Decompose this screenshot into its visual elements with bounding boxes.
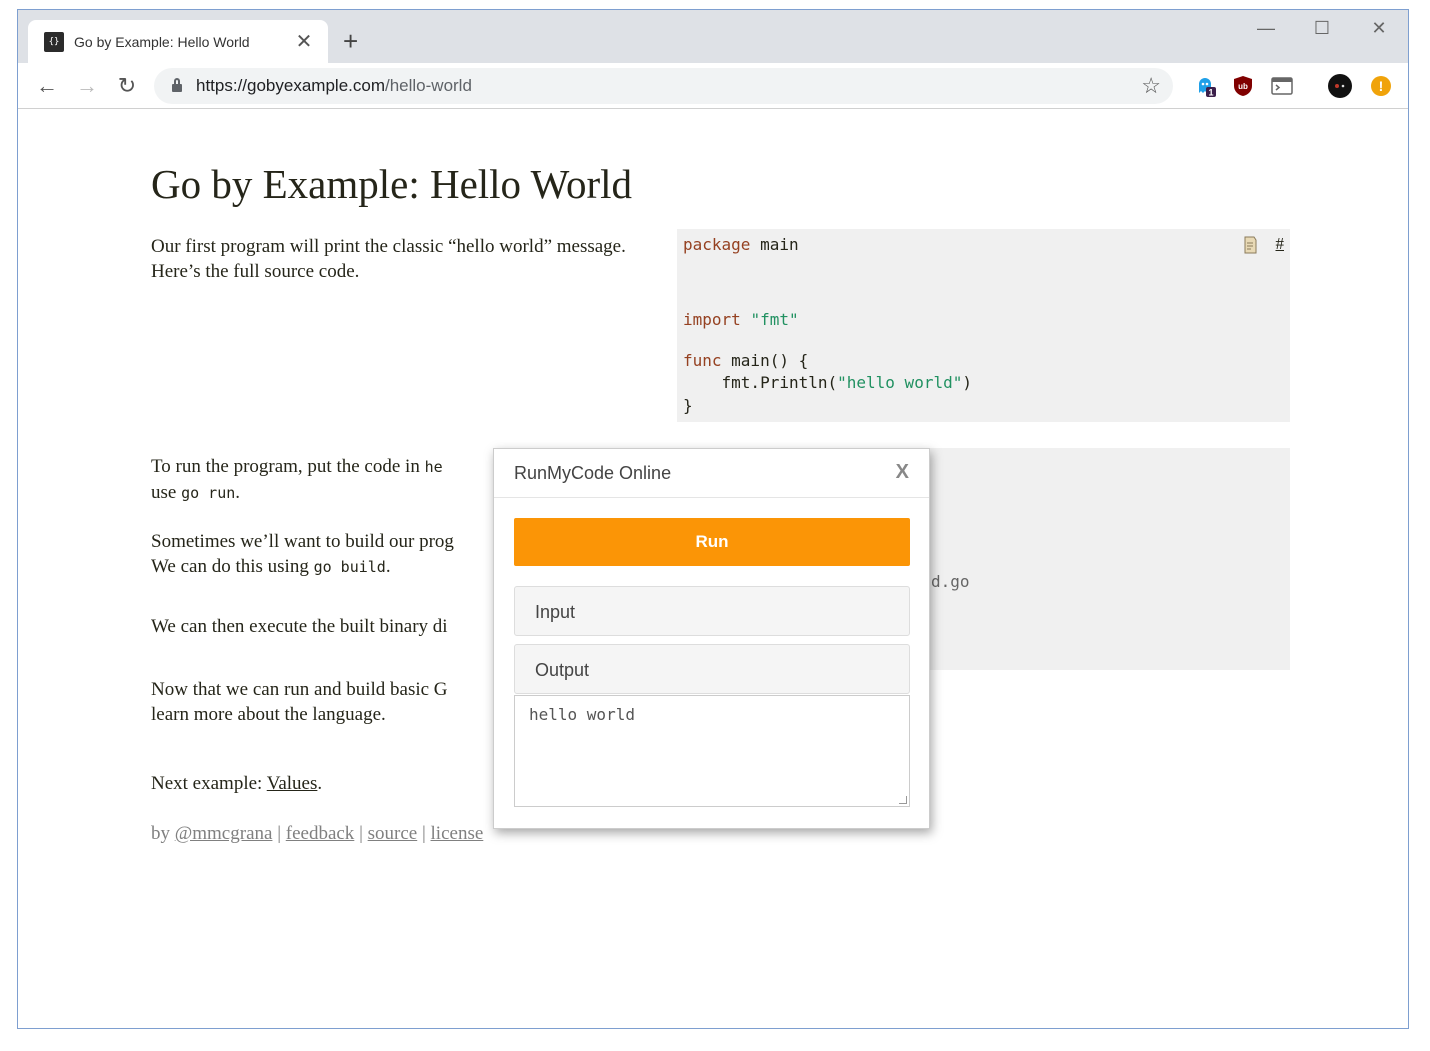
input-panel-header[interactable]: Input — [514, 586, 910, 636]
source-link[interactable]: source — [368, 823, 418, 844]
code-line: } — [683, 396, 693, 415]
code-block: package main import "fmt" func main() { … — [677, 229, 1290, 422]
address-bar[interactable]: https://gobyexample.com/hello-world ☆ — [154, 68, 1173, 104]
run-instructions: To run the program, put the code in he u… — [151, 456, 443, 503]
author-link[interactable]: @mmcgrana — [175, 823, 273, 844]
forward-arrow-icon[interactable]: → — [72, 71, 102, 101]
code-line: import "fmt" — [683, 310, 799, 329]
run-code-icon[interactable] — [1242, 235, 1258, 261]
update-warning-icon[interactable]: ! — [1369, 74, 1393, 98]
code-line: fmt.Println("hello world") — [683, 373, 972, 392]
modal-close-button[interactable]: X — [896, 461, 909, 484]
browser-window: {} Go by Example: Hello World ✕ + — ☐ ✕ … — [17, 9, 1409, 1029]
active-tab[interactable]: {} Go by Example: Hello World ✕ — [28, 20, 328, 63]
ghostery-badge: 1 — [1208, 88, 1213, 98]
build-instructions: Sometimes we’ll want to build our prog W… — [151, 531, 454, 577]
terminal-icon[interactable] — [1270, 74, 1294, 98]
minimize-icon[interactable]: — — [1246, 18, 1286, 39]
shell-text-partial: d.go — [931, 572, 970, 591]
url-text: https://gobyexample.com/hello-world — [196, 76, 472, 95]
runmycode-modal: RunMyCode Online X Run Input Output hell… — [493, 448, 930, 829]
output-text: hello world — [529, 705, 635, 724]
lock-icon — [172, 78, 182, 92]
license-link[interactable]: license — [431, 823, 484, 844]
next-example: Next example: Values. — [151, 773, 323, 794]
tab-strip: {} Go by Example: Hello World ✕ + — ☐ ✕ — [18, 10, 1408, 63]
code-line: package main — [683, 235, 799, 254]
output-panel-header[interactable]: Output — [514, 644, 910, 694]
modal-title: RunMyCode Online — [514, 463, 672, 483]
output-textarea[interactable]: hello world — [514, 695, 910, 807]
window-close-icon[interactable]: ✕ — [1359, 18, 1399, 39]
bookmark-star-icon[interactable]: ☆ — [1141, 73, 1161, 99]
ublock-icon[interactable]: ub — [1231, 74, 1255, 98]
ghostery-icon[interactable]: 1 — [1194, 74, 1218, 98]
reload-icon[interactable]: ↻ — [112, 71, 142, 101]
back-arrow-icon[interactable]: ← — [32, 71, 62, 101]
code-line: func main() { — [683, 351, 809, 370]
svg-text:!: ! — [1379, 78, 1384, 94]
tab-close-icon[interactable]: ✕ — [294, 32, 314, 52]
modal-header: RunMyCode Online X — [494, 449, 929, 498]
tab-title: Go by Example: Hello World — [74, 33, 250, 50]
page-title: Go by Example: Hello World — [151, 161, 633, 207]
resize-handle-icon[interactable] — [899, 796, 907, 804]
new-tab-button[interactable]: + — [343, 28, 358, 54]
exec-instructions: We can then execute the built binary di — [151, 616, 448, 637]
page-content: Go by Example: Hello World Our first pro… — [18, 110, 1408, 1028]
learn-more-text: Now that we can run and build basic G le… — [151, 679, 448, 725]
feedback-link[interactable]: feedback — [286, 823, 355, 844]
svg-text:ub: ub — [1238, 82, 1248, 91]
intro-text: Our first program will print the classic… — [151, 236, 626, 282]
run-button[interactable]: Run — [514, 518, 910, 566]
favicon-icon: {} — [44, 31, 64, 52]
browser-toolbar: ← → ↻ https://gobyexample.com/hello-worl… — [18, 63, 1408, 109]
maximize-icon[interactable]: ☐ — [1302, 18, 1342, 39]
footer: by @mmcgrana | feedback | source | licen… — [151, 823, 484, 844]
next-example-link[interactable]: Values — [267, 773, 318, 794]
profile-avatar-icon[interactable] — [1328, 74, 1352, 98]
code-anchor-link[interactable]: # — [1276, 233, 1285, 255]
